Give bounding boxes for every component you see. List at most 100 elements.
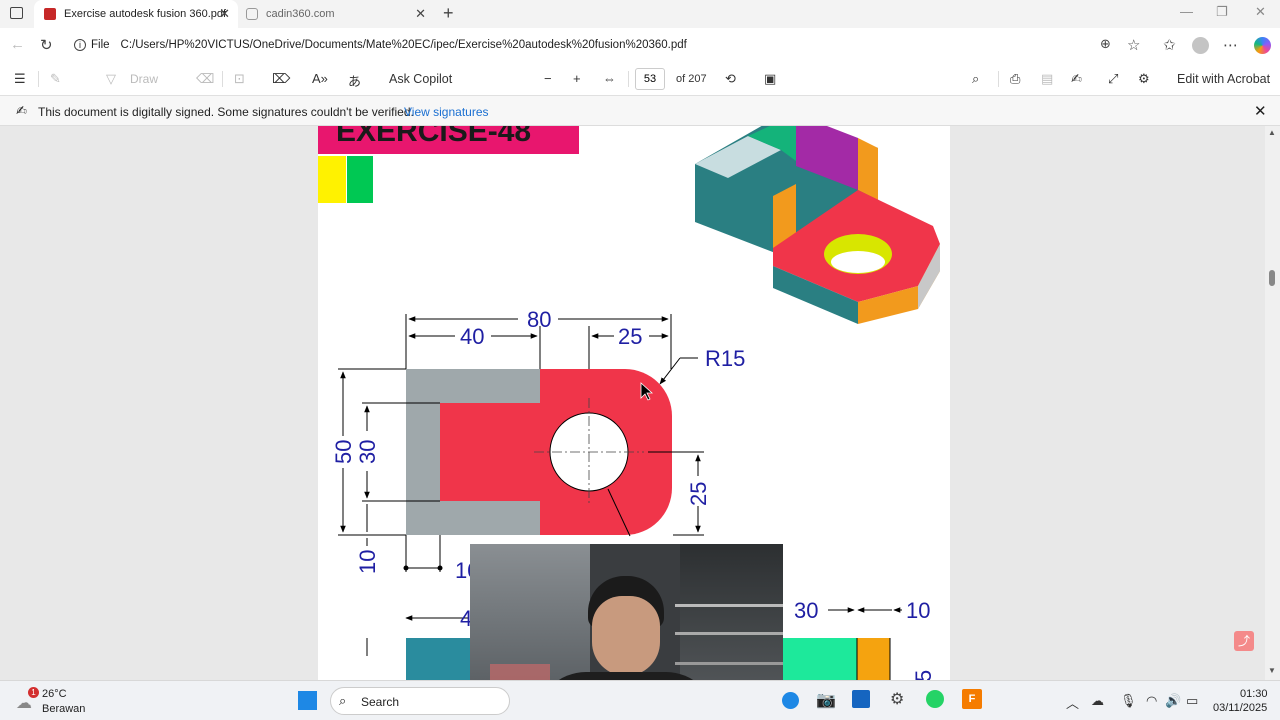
ask-copilot-button[interactable]: Ask Copilot — [389, 72, 452, 86]
page-total: of 207 — [676, 73, 707, 85]
contents-icon[interactable]: ☰ — [14, 71, 26, 87]
page-view-icon[interactable]: ▣ — [764, 71, 776, 87]
close-banner-icon[interactable]: ✕ — [1254, 102, 1267, 120]
eraser-icon[interactable]: ⌫ — [196, 71, 214, 87]
tab-actions-icon[interactable] — [10, 7, 23, 19]
maximize-icon[interactable]: ❐ — [1216, 4, 1228, 20]
whatsapp-icon[interactable] — [926, 690, 944, 708]
dim-10-bottom-right: 10 — [906, 598, 930, 623]
scroll-thumb[interactable] — [1269, 270, 1275, 286]
favorite-star-icon[interactable]: ☆ — [1127, 36, 1140, 54]
close-tab-icon[interactable]: ✕ — [415, 6, 426, 22]
wifi-icon[interactable]: ◠ — [1146, 693, 1157, 709]
dim-r15: R15 — [705, 346, 745, 371]
draw-label[interactable]: Draw — [130, 72, 158, 86]
taskbar-search-box[interactable]: ⌕ Search — [330, 687, 510, 715]
highlight-icon[interactable]: ✎ — [50, 71, 61, 87]
volume-icon[interactable]: 🔊 — [1165, 693, 1181, 709]
save-icon[interactable]: ▤ — [1041, 71, 1053, 87]
webcam-face — [592, 596, 660, 676]
dim-50: 50 — [331, 440, 356, 464]
settings-app-icon[interactable]: ⚙ — [890, 689, 904, 709]
start-windows-icon[interactable] — [298, 691, 317, 710]
dim-30: 30 — [355, 440, 380, 464]
dim-25-right: 25 — [686, 482, 711, 506]
windows-taskbar: ☁ 1 26°C Berawan ⌕ Search 📷 ⚙ F ︿ ☁ 🎙 ◠ … — [0, 680, 1280, 720]
dim-40: 40 — [460, 324, 484, 349]
address-field[interactable]: i File C:/Users/HP%20VICTUS/OneDrive/Doc… — [66, 32, 1156, 58]
webcam-rail — [675, 662, 783, 665]
tab-title: cadin360.com — [266, 8, 335, 20]
page-number-input[interactable] — [635, 68, 665, 90]
browser-tab-bar: Exercise autodesk fusion 360.pdf ✕ cadin… — [0, 0, 1280, 28]
scroll-up-icon[interactable]: ▲ — [1268, 128, 1276, 137]
save-as-icon[interactable]: ✍ — [1071, 71, 1082, 87]
minimize-icon[interactable]: — — [1180, 4, 1193, 19]
show-hidden-icons[interactable]: ︿ — [1066, 693, 1079, 712]
favorites-icon[interactable]: ✩ — [1163, 36, 1176, 54]
translate-icon[interactable]: あ — [348, 71, 361, 90]
tab-cadin360[interactable]: cadin360.com ✕ — [236, 0, 434, 28]
weather-desc: Berawan — [42, 703, 86, 715]
acrobat-logo-icon[interactable]: ⤴ — [1234, 631, 1254, 651]
zoom-icon[interactable]: ⊕ — [1100, 36, 1111, 52]
settings-gear-icon[interactable]: ⚙ — [1138, 71, 1150, 87]
close-tab-icon[interactable]: ✕ — [219, 6, 230, 22]
camera-icon[interactable]: 📷 — [816, 690, 836, 710]
webcam-rail — [675, 632, 783, 635]
weather-widget[interactable]: ☁ 1 26°C Berawan — [14, 685, 104, 717]
erase-tool-icon[interactable]: ⌦ — [272, 71, 290, 87]
new-tab-icon[interactable]: + — [443, 3, 454, 24]
view-signatures-link[interactable]: View signatures — [404, 105, 489, 119]
draw-icon[interactable]: ▽ — [106, 71, 116, 87]
info-icon[interactable]: i — [74, 39, 86, 51]
rotate-icon[interactable]: ⟲ — [725, 71, 736, 87]
zoom-out-icon[interactable]: − — [544, 71, 552, 86]
onedrive-icon[interactable]: ☁ — [1091, 693, 1104, 709]
separator — [628, 71, 629, 87]
separator — [998, 71, 999, 87]
scheme-label: File — [91, 39, 110, 51]
front-view — [406, 369, 672, 535]
vertical-scrollbar[interactable]: ▲ ▼ — [1265, 126, 1280, 680]
banner-message: This document is digitally signed. Some … — [38, 105, 414, 119]
copilot-icon[interactable] — [1254, 37, 1271, 54]
weather-badge: 1 — [28, 687, 39, 698]
search-icon: ⌕ — [339, 693, 347, 708]
scroll-down-icon[interactable]: ▼ — [1268, 666, 1276, 675]
more-menu-icon[interactable]: ⋯ — [1223, 36, 1238, 54]
search-label: Search — [361, 695, 400, 709]
clock-time[interactable]: 01:30 — [1240, 688, 1268, 700]
battery-icon[interactable]: ▭ — [1186, 693, 1198, 709]
find-icon[interactable]: ⌕ — [972, 71, 979, 87]
url-text: C:/Users/HP%20VICTUS/OneDrive/Documents/… — [120, 39, 687, 51]
dim-5-bottom: 5 — [911, 670, 936, 680]
print-icon[interactable]: ⎙ — [1010, 71, 1020, 87]
microphone-icon[interactable]: 🎙 — [1120, 693, 1137, 709]
tab-exercise-pdf[interactable]: Exercise autodesk fusion 360.pdf ✕ — [34, 0, 238, 28]
webcam-rail — [675, 604, 783, 607]
text-box-icon[interactable]: ⊡ — [234, 71, 245, 87]
close-window-icon[interactable]: ✕ — [1255, 4, 1266, 20]
zoom-in-icon[interactable]: + — [573, 71, 581, 86]
fit-width-icon[interactable]: ⇔ — [603, 71, 616, 86]
exercise-title: EXERCISE-48 — [336, 126, 531, 148]
profile-avatar[interactable] — [1192, 37, 1209, 54]
pdf-toolbar: ☰ ✎ ▽ Draw ⌫ ⊡ ⌦ A» あ Ask Copilot − + ⇔ … — [0, 62, 1280, 96]
color-swatch-yellow — [318, 156, 346, 203]
fusion360-icon[interactable]: F — [962, 689, 982, 709]
clock-date[interactable]: 03/11/2025 — [1213, 702, 1267, 714]
store-icon[interactable] — [852, 690, 870, 708]
read-aloud-icon[interactable]: A» — [312, 71, 328, 86]
signature-banner: ✍ This document is digitally signed. Som… — [0, 96, 1280, 126]
back-icon[interactable]: ← — [10, 36, 25, 53]
separator — [38, 71, 39, 87]
edge-icon[interactable] — [782, 692, 799, 709]
dim-80: 80 — [527, 307, 551, 332]
edit-with-acrobat-button[interactable]: Edit with Acrobat — [1177, 72, 1270, 86]
refresh-icon[interactable]: ↻ — [40, 36, 53, 54]
globe-icon — [246, 8, 258, 20]
isometric-view — [695, 126, 940, 324]
fullscreen-icon[interactable]: ⤢ — [1108, 71, 1118, 87]
separator — [222, 71, 223, 87]
